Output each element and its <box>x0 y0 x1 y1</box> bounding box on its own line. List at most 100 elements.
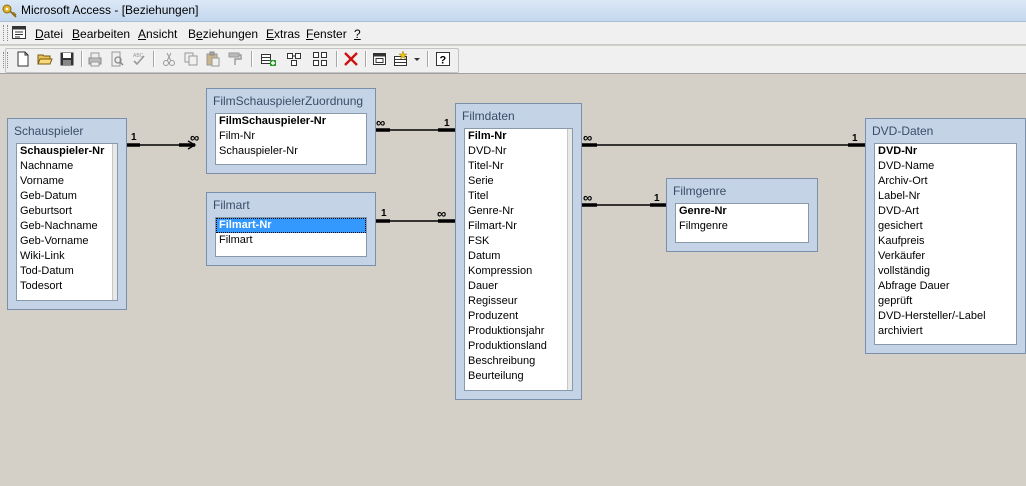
table-window-schauspieler[interactable]: Schauspieler Schauspieler-Nr Nachname Vo… <box>7 118 127 310</box>
table-title[interactable]: Filmart <box>213 198 250 212</box>
menu-ansicht[interactable]: Ansicht <box>138 27 177 41</box>
scrollbar[interactable] <box>112 144 117 300</box>
field-item[interactable]: gesichert <box>875 219 1016 234</box>
field-item[interactable]: Vorname <box>17 174 117 189</box>
field-item[interactable]: Film-Nr <box>465 129 572 144</box>
field-item[interactable]: Label-Nr <box>875 189 1016 204</box>
save-icon[interactable] <box>58 50 76 68</box>
field-item[interactable]: Geb-Nachname <box>17 219 117 234</box>
chevron-down-icon[interactable] <box>413 50 421 68</box>
spelling-icon[interactable]: ABC <box>130 50 148 68</box>
print-icon[interactable] <box>86 50 104 68</box>
field-list[interactable]: Schauspieler-Nr Nachname Vorname Geb-Dat… <box>16 143 118 301</box>
table-window-filmart[interactable]: Filmart Filmart-Nr Filmart <box>206 192 376 266</box>
field-item[interactable]: Todesort <box>17 279 117 294</box>
field-item[interactable]: DVD-Art <box>875 204 1016 219</box>
field-item[interactable]: Beurteilung <box>465 369 572 384</box>
field-item[interactable]: Archiv-Ort <box>875 174 1016 189</box>
delete-icon[interactable] <box>342 50 360 68</box>
field-item[interactable]: Beschreibung <box>465 354 572 369</box>
field-item[interactable]: DVD-Hersteller/-Label <box>875 309 1016 324</box>
help-icon[interactable]: ? <box>434 50 452 68</box>
menu-datei[interactable]: Datei <box>35 27 63 41</box>
show-table-icon[interactable] <box>259 50 277 68</box>
toolbar-separator <box>81 51 83 67</box>
paste-icon[interactable] <box>204 50 222 68</box>
relationships-workspace[interactable]: 1 ∞ ∞ 1 1 ∞ ∞ 1 ∞ 1 Schauspieler Schausp… <box>0 75 1026 486</box>
field-list[interactable]: DVD-Nr DVD-Name Archiv-Ort Label-Nr DVD-… <box>874 143 1017 345</box>
field-item[interactable]: Kompression <box>465 264 572 279</box>
field-item[interactable]: Produktionsland <box>465 339 572 354</box>
field-item[interactable]: Nachname <box>17 159 117 174</box>
field-item[interactable]: Schauspieler-Nr <box>17 144 117 159</box>
table-window-dvd-daten[interactable]: DVD-Daten DVD-Nr DVD-Name Archiv-Ort Lab… <box>865 118 1026 354</box>
menu-fenster[interactable]: Fenster <box>306 27 347 41</box>
copy-icon[interactable] <box>182 50 200 68</box>
field-item[interactable]: Schauspieler-Nr <box>216 144 366 159</box>
field-item-selected[interactable]: Filmart-Nr <box>216 218 366 233</box>
menu-help[interactable]: ? <box>354 27 361 41</box>
field-item[interactable]: Filmgenre <box>676 219 808 234</box>
field-item[interactable]: DVD-Name <box>875 159 1016 174</box>
field-item[interactable]: Geburtsort <box>17 204 117 219</box>
field-item[interactable]: Regisseur <box>465 294 572 309</box>
field-item[interactable]: Datum <box>465 249 572 264</box>
field-item[interactable]: Filmart-Nr <box>465 219 572 234</box>
field-item[interactable]: FSK <box>465 234 572 249</box>
new-object-dropdown-icon[interactable] <box>393 50 411 68</box>
field-item[interactable]: Geb-Datum <box>17 189 117 204</box>
table-title[interactable]: FilmSchauspielerZuordnung <box>213 94 363 108</box>
show-all-icon[interactable] <box>311 50 329 68</box>
field-list[interactable]: Genre-Nr Filmgenre <box>675 203 809 243</box>
toolbar: ABC ? <box>0 46 1026 74</box>
field-item[interactable]: Filmart <box>216 233 366 248</box>
field-item[interactable]: Titel <box>465 189 572 204</box>
field-item[interactable]: Tod-Datum <box>17 264 117 279</box>
document-window-icon[interactable] <box>12 26 26 39</box>
table-title[interactable]: DVD-Daten <box>872 124 933 138</box>
format-painter-icon[interactable] <box>226 50 244 68</box>
menu-bearbeiten[interactable]: Bearbeiten <box>72 27 130 41</box>
field-item[interactable]: Abfrage Dauer <box>875 279 1016 294</box>
open-icon[interactable] <box>36 50 54 68</box>
field-list[interactable]: Film-Nr DVD-Nr Titel-Nr Serie Titel Genr… <box>464 128 573 391</box>
field-list[interactable]: Filmart-Nr Filmart <box>215 217 367 257</box>
field-item[interactable]: FilmSchauspieler-Nr <box>216 114 366 129</box>
table-window-filmdaten[interactable]: Filmdaten Film-Nr DVD-Nr Titel-Nr Serie … <box>455 103 582 400</box>
print-preview-icon[interactable] <box>108 50 126 68</box>
new-object-icon[interactable] <box>371 50 389 68</box>
table-window-filmschauspielerzuordnung[interactable]: FilmSchauspielerZuordnung FilmSchauspiel… <box>206 88 376 174</box>
cardinality-one: 1 <box>852 133 858 144</box>
field-item[interactable]: Genre-Nr <box>465 204 572 219</box>
field-item[interactable]: archiviert <box>875 324 1016 339</box>
menu-extras[interactable]: Extras <box>266 27 300 41</box>
field-item[interactable]: Produzent <box>465 309 572 324</box>
field-item[interactable]: vollständig <box>875 264 1016 279</box>
field-item[interactable]: Produktionsjahr <box>465 324 572 339</box>
field-item[interactable]: DVD-Nr <box>465 144 572 159</box>
field-item[interactable]: Geb-Vorname <box>17 234 117 249</box>
field-item[interactable]: Dauer <box>465 279 572 294</box>
new-icon[interactable] <box>14 50 32 68</box>
field-item[interactable]: Kaufpreis <box>875 234 1016 249</box>
field-list[interactable]: FilmSchauspieler-Nr Film-Nr Schauspieler… <box>215 113 367 165</box>
field-item[interactable]: geprüft <box>875 294 1016 309</box>
table-title[interactable]: Schauspieler <box>14 124 83 138</box>
field-item[interactable]: DVD-Nr <box>875 144 1016 159</box>
cardinality-many: ∞ <box>583 190 593 205</box>
table-title[interactable]: Filmgenre <box>673 184 726 198</box>
scrollbar[interactable] <box>567 129 572 390</box>
field-item[interactable]: Film-Nr <box>216 129 366 144</box>
show-direct-icon[interactable] <box>285 50 303 68</box>
field-item[interactable]: Serie <box>465 174 572 189</box>
table-title[interactable]: Filmdaten <box>462 109 515 123</box>
cut-icon[interactable] <box>160 50 178 68</box>
menu-beziehungen[interactable]: Beziehungen <box>188 27 258 41</box>
field-item[interactable]: Wiki-Link <box>17 249 117 264</box>
field-item[interactable]: Titel-Nr <box>465 159 572 174</box>
toolbar-grip[interactable] <box>3 52 8 68</box>
table-window-filmgenre[interactable]: Filmgenre Genre-Nr Filmgenre <box>666 178 818 252</box>
field-item[interactable]: Verkäufer <box>875 249 1016 264</box>
field-item[interactable]: Genre-Nr <box>676 204 808 219</box>
menu-grip[interactable] <box>3 25 8 41</box>
